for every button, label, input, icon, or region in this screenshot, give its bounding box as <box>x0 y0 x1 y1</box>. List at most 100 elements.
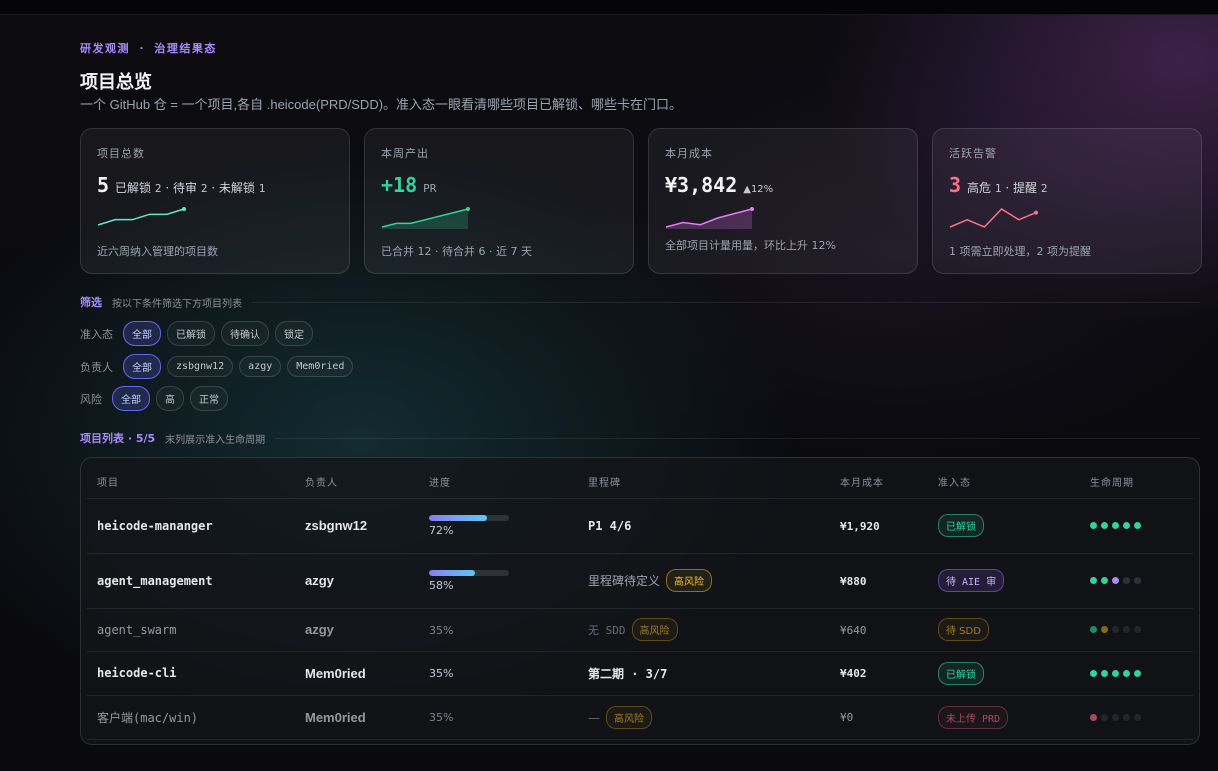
lifecycle-dot <box>1134 522 1141 529</box>
table-header-row: 项目 负责人 进度 里程碑 本月成本 准入态 生命周期 <box>87 466 1193 499</box>
table-row[interactable]: heicode-cli Mem0ried 35% 第二期 · 3/7 ¥402 … <box>87 651 1193 696</box>
lifecycle-dots <box>1090 669 1193 677</box>
stat-value: 1 <box>258 182 266 195</box>
chip-risk-all[interactable]: 全部 <box>112 386 150 411</box>
column-header[interactable]: 生命周期 <box>1080 466 1193 499</box>
chip-owner-all[interactable]: 全部 <box>123 354 161 379</box>
card-label: 项目总数 <box>97 147 145 160</box>
lifecycle-dot <box>1112 577 1119 584</box>
lifecycle-dot <box>1123 522 1130 529</box>
lifecycle-dot <box>1134 713 1141 721</box>
sparkline-end-dot <box>182 207 186 211</box>
project-name[interactable]: agent_management <box>97 574 213 588</box>
stat-value: 2 <box>200 182 208 195</box>
card-projects[interactable]: 项目总数 5 已解锁 2 · 待审 2 · 未解锁 1 近六周纳入管理的项目数 <box>80 128 350 274</box>
monthly-cost: ¥640 <box>840 623 867 637</box>
card-footnote: 全部项目计量用量，环比上升 12% <box>665 239 836 252</box>
lifecycle-dot <box>1123 669 1130 677</box>
table-row[interactable]: agent_swarm azgy 35% 无 SDD 高风险 ¥640 待 SDD <box>87 608 1193 652</box>
divider <box>275 437 1200 439</box>
lifecycle-dot <box>1123 713 1130 721</box>
column-header[interactable]: 负责人 <box>295 466 419 499</box>
sparkline-line <box>97 208 185 226</box>
project-owner: Mem0ried <box>305 665 366 681</box>
page-eyebrow: 研发观测 · 治理结果态 <box>80 42 217 55</box>
stat-value: 2 <box>1040 182 1048 195</box>
card-value: 5 <box>97 173 110 197</box>
card-label: 本月成本 <box>665 147 713 160</box>
project-name[interactable]: agent_swarm <box>97 623 176 637</box>
chip-owner-zsbgnw12[interactable]: zsbgnw12 <box>167 356 234 377</box>
lifecycle-dots <box>1090 713 1193 721</box>
card-value: +18 <box>381 173 418 197</box>
divider <box>252 301 1200 303</box>
stat-key: 高危 <box>967 181 992 195</box>
table-row[interactable]: heicode-mananger zsbgnw12 72% P1 4/6 ¥1,… <box>87 498 1193 554</box>
chip-risk-high[interactable]: 高 <box>156 386 184 411</box>
table-row[interactable]: agent_management azgy 58% 里程碑待定义 高风险 ¥880… <box>87 553 1193 609</box>
lifecycle-dots <box>1090 626 1193 633</box>
chip-gate-unlocked[interactable]: 已解锁 <box>167 321 215 346</box>
filter-desc: 按以下条件筛选下方项目列表 <box>112 298 242 310</box>
card-alerts[interactable]: 活跃告警 3 高危 1 · 提醒 2 1 项需立即处理，2 项为提醒 <box>932 128 1202 274</box>
filter-risk: 风险 全部 高 正常 <box>80 386 228 411</box>
column-header[interactable]: 本月成本 <box>830 466 928 499</box>
milestone: P1 4/6 <box>588 518 632 533</box>
chip-risk-normal[interactable]: 正常 <box>190 386 228 411</box>
lifecycle-dot <box>1112 626 1119 633</box>
lifecycle-dot <box>1134 626 1141 633</box>
list-desc: 末列展示准入生命周期 <box>165 434 266 446</box>
lifecycle-dot <box>1090 626 1097 633</box>
chip-gate-locked[interactable]: 锁定 <box>275 321 313 346</box>
column-header[interactable]: 项目 <box>87 466 295 499</box>
lifecycle-dot <box>1101 522 1108 529</box>
filter-label: 风险 <box>80 392 102 406</box>
lifecycle-dot <box>1123 626 1130 633</box>
progress-label: 35% <box>429 711 454 724</box>
monthly-cost: ¥0 <box>840 711 854 724</box>
chip-gate-pending[interactable]: 待确认 <box>221 321 269 346</box>
milestone: — <box>588 710 600 725</box>
milestone: 里程碑待定义 <box>588 574 661 588</box>
lifecycle-dot <box>1134 577 1141 584</box>
lifecycle-dot <box>1090 522 1097 529</box>
stat-cards: 项目总数 5 已解锁 2 · 待审 2 · 未解锁 1 近六周纳入管理的项目数 … <box>80 128 1202 274</box>
list-section-header: 项目列表 · 5/5 末列展示准入生命周期 <box>80 430 1200 446</box>
progress-label: 58% <box>429 578 454 592</box>
gate-badge: 已解锁 <box>938 661 984 685</box>
lifecycle-dot <box>1101 626 1108 633</box>
column-header[interactable]: 进度 <box>419 466 578 499</box>
filter-owner: 负责人 全部 zsbgnw12 azgy Mem0ried <box>80 354 354 379</box>
milestone: 无 SDD <box>588 624 626 637</box>
chip-owner-mem0ried[interactable]: Mem0ried <box>287 356 354 377</box>
lifecycle-dot <box>1090 713 1097 721</box>
lifecycle-dot <box>1134 669 1141 677</box>
chip-owner-azgy[interactable]: azgy <box>239 356 282 377</box>
window-top-bar <box>0 0 1218 15</box>
project-name[interactable]: heicode-cli <box>97 666 176 680</box>
project-name[interactable]: heicode-mananger <box>97 519 213 533</box>
sparkline-line <box>949 208 1037 228</box>
progress-label: 35% <box>429 623 454 637</box>
risk-badge: 高风险 <box>666 569 713 592</box>
chip-gate-all[interactable]: 全部 <box>123 321 161 346</box>
sparkline <box>97 207 186 226</box>
lifecycle-dot <box>1090 577 1097 584</box>
project-owner: Mem0ried <box>305 709 366 725</box>
column-header[interactable]: 准入态 <box>928 466 1080 499</box>
card-output[interactable]: 本周产出 +18 PR 已合并 12 · 待合并 6 · 近 7 天 <box>364 128 634 274</box>
card-value: 3 <box>949 173 962 197</box>
lifecycle-dots <box>1090 522 1193 529</box>
card-cost[interactable]: 本月成本 ¥3,842 ▲12% 全部项目计量用量，环比上升 12% <box>648 128 918 274</box>
trend-indicator: ▲12% <box>743 184 774 195</box>
stat-key: 未解锁 <box>218 181 255 195</box>
sparkline <box>665 207 754 229</box>
column-header[interactable]: 里程碑 <box>578 466 830 499</box>
lifecycle-dot <box>1112 713 1119 721</box>
table-row[interactable]: 客户端(mac/win) Mem0ried 35% — 高风险 ¥0 未上传 PR… <box>87 695 1193 740</box>
card-label: 本周产出 <box>381 147 429 160</box>
lifecycle-dot <box>1101 713 1108 721</box>
risk-badge: 高风险 <box>631 618 678 641</box>
project-name[interactable]: 客户端(mac/win) <box>97 711 198 725</box>
stat-value: 1 <box>994 182 1002 195</box>
